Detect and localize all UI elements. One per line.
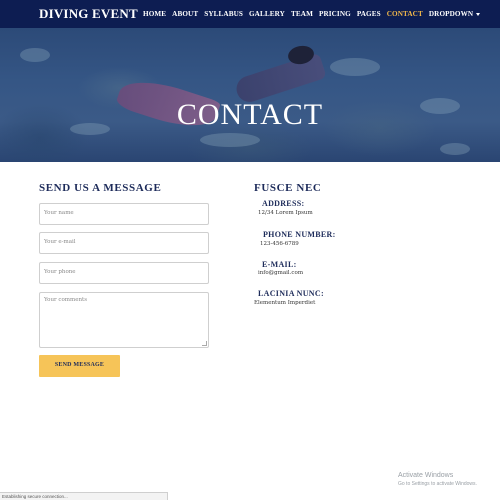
comments-textarea[interactable]: Your comments <box>39 292 209 348</box>
phone-input[interactable]: Your phone <box>39 262 209 284</box>
comments-placeholder: Your comments <box>44 297 88 303</box>
activation-watermark-title: Activate Windows <box>398 472 454 479</box>
lacinia-label: LACINIA NUNC: <box>258 289 324 298</box>
activation-watermark-sub: Go to Settings to activate Windows. <box>398 481 477 487</box>
email-value[interactable]: info@gmail.com <box>258 270 303 276</box>
address-label: ADDRESS: <box>262 199 305 208</box>
nav-syllabus[interactable]: SYLLABUS <box>204 10 243 18</box>
email-label: E-MAIL: <box>262 260 297 269</box>
resize-handle-icon[interactable] <box>202 341 207 346</box>
nav-pages[interactable]: PAGES <box>357 10 381 18</box>
hero-texture <box>330 58 380 76</box>
navbar: DIVING EVENT HOME ABOUT SYLLABUS GALLERY… <box>0 0 500 28</box>
browser-status-bar: Establishing secure connection... <box>0 492 168 500</box>
caret-down-icon <box>476 12 481 16</box>
name-placeholder: Your name <box>44 210 74 216</box>
nav-dropdown-label: DROPDOWN <box>428 10 474 18</box>
lacinia-value: Elementum Imperdiet <box>254 300 316 306</box>
email-placeholder: Your e-mail <box>44 239 76 245</box>
phone-value: 123-456-6789 <box>260 241 299 247</box>
page-title: CONTACT <box>176 98 324 131</box>
form-heading: SEND US A MESSAGE <box>39 182 162 194</box>
phone-placeholder: Your phone <box>44 269 76 275</box>
nav-dropdown[interactable]: DROPDOWN <box>428 10 481 18</box>
nav-team[interactable]: TEAM <box>291 10 313 18</box>
nav-links: HOME ABOUT SYLLABUS GALLERY TEAM PRICING… <box>143 10 486 18</box>
name-input[interactable]: Your name <box>39 203 209 225</box>
info-heading: FUSCE NEC <box>254 182 322 194</box>
nav-about[interactable]: ABOUT <box>172 10 198 18</box>
email-input[interactable]: Your e-mail <box>39 232 209 254</box>
hero-texture <box>440 143 470 155</box>
send-message-button[interactable]: SEND MESSAGE <box>39 355 120 377</box>
address-value: 12/34 Lorem Ipsum <box>258 210 313 216</box>
status-text: Establishing secure connection... <box>2 494 68 499</box>
nav-pricing[interactable]: PRICING <box>319 10 351 18</box>
nav-contact[interactable]: CONTACT <box>387 10 423 18</box>
hero-banner: CONTACT <box>0 28 500 162</box>
send-message-label: SEND MESSAGE <box>54 362 105 368</box>
hero-texture <box>20 48 50 62</box>
hero-texture <box>200 133 260 147</box>
phone-label: PHONE NUMBER: <box>263 230 336 239</box>
nav-gallery[interactable]: GALLERY <box>249 10 285 18</box>
brand-logo[interactable]: DIVING EVENT <box>39 6 138 22</box>
nav-home[interactable]: HOME <box>143 10 166 18</box>
